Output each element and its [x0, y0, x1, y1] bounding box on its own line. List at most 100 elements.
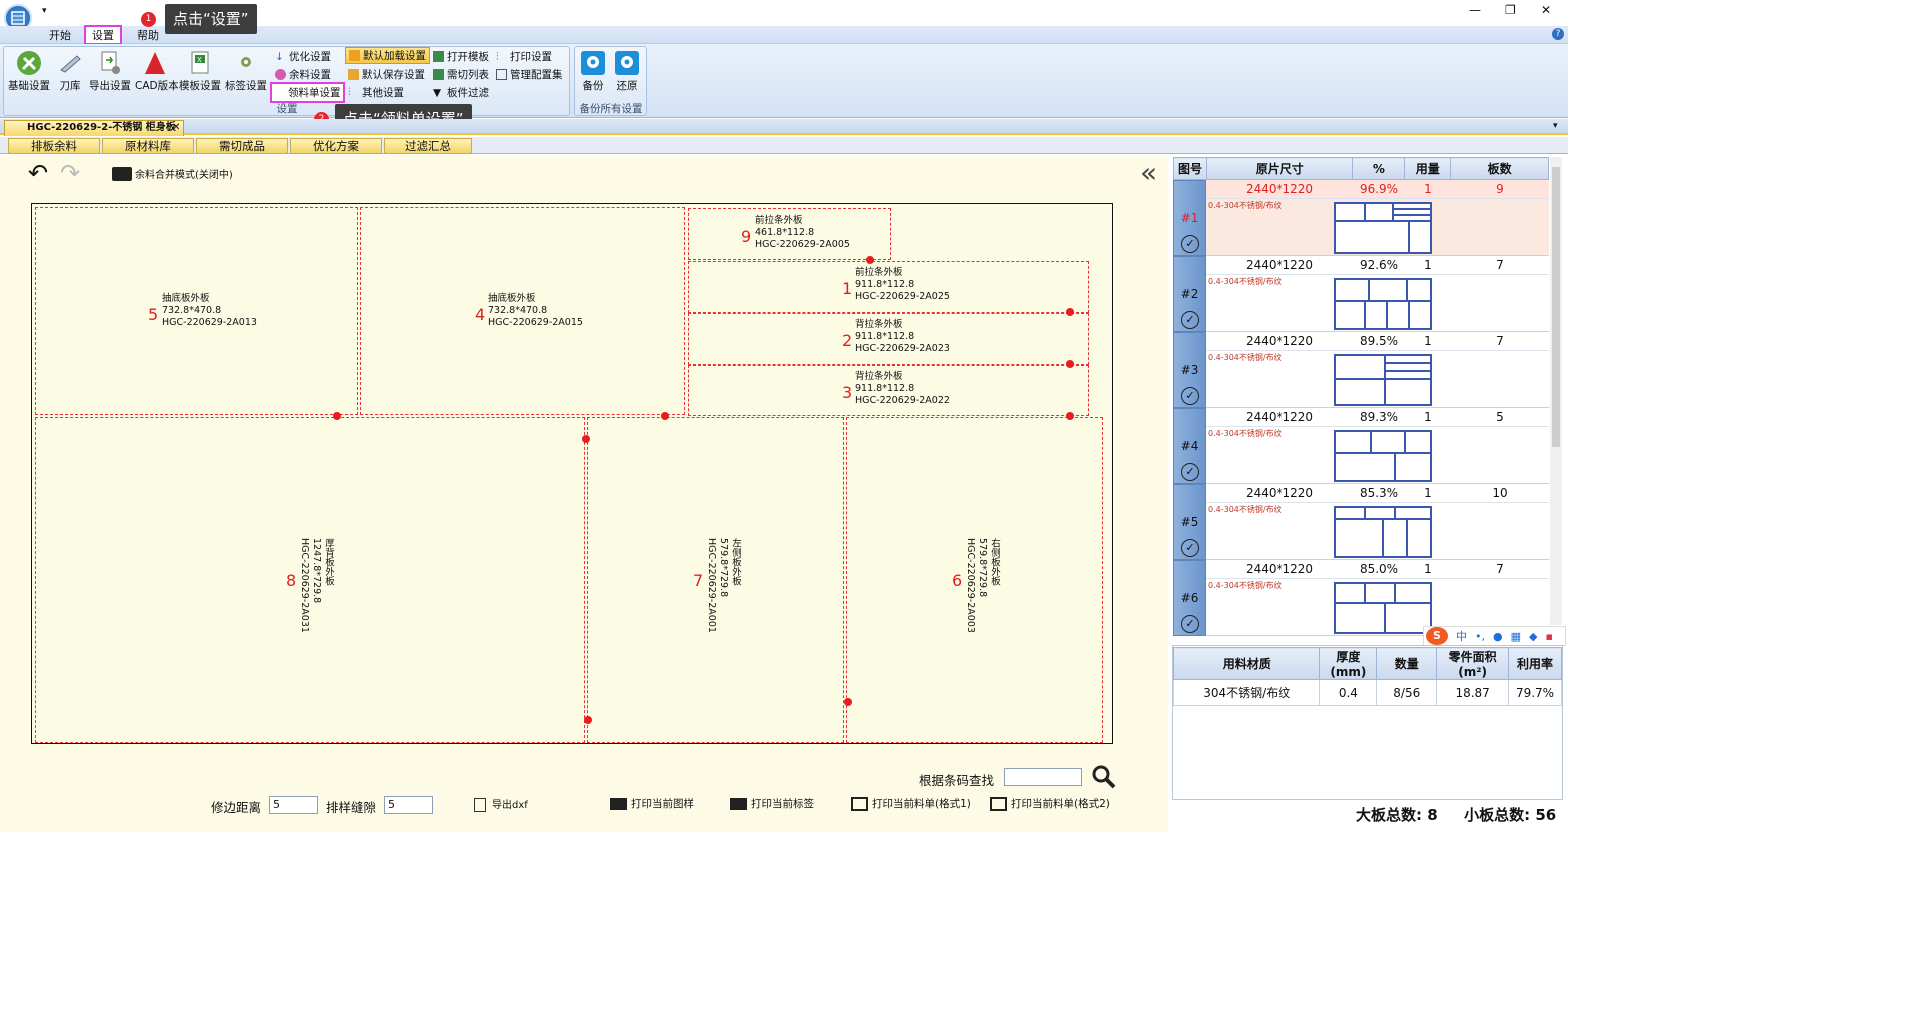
sheet-row-id[interactable]: #3 ✓	[1173, 332, 1206, 408]
open-template-button[interactable]: 打开模板	[433, 49, 489, 64]
tab-optimize-plan[interactable]: 优化方案	[290, 138, 382, 154]
col-header-id[interactable]: 图号	[1173, 157, 1207, 180]
sheet-row[interactable]: #2 ✓ 2440*1220 92.6% 1 7 0.4-304不锈钢/布纹	[1173, 256, 1549, 332]
tabbar-dropdown-icon[interactable]: ▾	[1553, 121, 1558, 131]
col-header-count[interactable]: 板数	[1450, 157, 1549, 180]
barcode-search-input[interactable]	[1004, 768, 1082, 786]
sogou-icon: S	[1426, 627, 1448, 645]
sheet-thumbnail[interactable]	[1334, 354, 1432, 406]
ime-toolbar[interactable]: S 中 •, ● ▦ ◆ ▪	[1423, 626, 1566, 646]
check-circle-icon[interactable]: ✓	[1181, 615, 1199, 633]
cad-version-button[interactable]: CAD版本	[135, 50, 179, 93]
sheet-row-id[interactable]: #6 ✓	[1173, 560, 1206, 636]
collapse-panel-icon[interactable]: «	[1140, 159, 1157, 187]
menu-settings[interactable]: 设置	[84, 25, 122, 45]
label-settings-button[interactable]: 标签设置	[224, 50, 268, 93]
scroll-thumb[interactable]	[1552, 167, 1560, 447]
undo-icon[interactable]: ↶	[28, 161, 48, 185]
export-settings-button[interactable]: 导出设置	[88, 50, 132, 93]
sheet-id: #4	[1180, 439, 1199, 453]
sheet-thumbnail[interactable]	[1334, 278, 1432, 330]
quick-access-arrow-icon[interactable]: ▾	[42, 6, 47, 16]
load-icon	[349, 50, 360, 61]
export-dxf-button[interactable]: 导出dxf	[474, 796, 528, 812]
template-settings-button[interactable]: X 模板设置	[178, 50, 222, 93]
sheet-count: 5	[1496, 410, 1504, 424]
sheet-list-scrollbar[interactable]	[1550, 157, 1562, 625]
check-circle-icon[interactable]: ✓	[1181, 387, 1199, 405]
backup-button[interactable]: 备份	[580, 50, 606, 93]
layout-gap-input[interactable]: 5	[384, 796, 433, 814]
minimize-button[interactable]: —	[1469, 3, 1481, 17]
requisition-settings-button[interactable]: 领料单设置	[270, 82, 345, 103]
check-circle-icon[interactable]: ✓	[1181, 539, 1199, 557]
sheet-row[interactable]: #5 ✓ 2440*1220 85.3% 1 10 0.4-304不锈钢/布纹	[1173, 484, 1549, 560]
optimize-settings-button[interactable]: ↓ 优化设置	[275, 49, 331, 64]
print-list-format2-button[interactable]: 打印当前料单(格式2)	[990, 796, 1110, 811]
default-load-settings-button[interactable]: 默认加载设置	[345, 47, 430, 64]
excel-icon	[990, 797, 1007, 811]
document-tab[interactable]: HGC-220629-2-不锈钢 柜身板 ✕	[4, 120, 184, 136]
ime-punct[interactable]: •,	[1475, 630, 1485, 643]
sheet-row-id[interactable]: #2 ✓	[1173, 256, 1206, 332]
tab-filter-summary[interactable]: 过滤汇总	[384, 138, 472, 154]
sheet-thumbnail[interactable]	[1334, 506, 1432, 558]
sheet-material: 0.4-304不锈钢/布纹	[1208, 581, 1282, 590]
check-circle-icon[interactable]: ✓	[1181, 311, 1199, 329]
layout-gap-label: 排样缝隙	[326, 800, 377, 815]
ime-mode[interactable]: 中	[1456, 628, 1467, 644]
print-label-button[interactable]: 打印当前标签	[730, 796, 814, 811]
thumbnail-part	[1407, 519, 1431, 557]
print-pattern-button[interactable]: 打印当前图样	[610, 796, 694, 811]
sheet-row-id[interactable]: #5 ✓	[1173, 484, 1206, 560]
part-number: 2	[842, 331, 853, 350]
menu-start[interactable]: 开始	[49, 27, 71, 43]
mic-icon[interactable]: ●	[1493, 630, 1503, 643]
cut-list-button[interactable]: 需切列表	[433, 67, 489, 82]
sheet-thumbnail[interactable]	[1334, 582, 1432, 634]
col-header-qty[interactable]: 用量	[1404, 157, 1452, 180]
thumbnail-part	[1365, 583, 1395, 603]
tab-required-parts[interactable]: 需切成品	[196, 138, 288, 154]
tab-raw-material[interactable]: 原材料库	[102, 138, 194, 154]
sheet-thumbnail[interactable]	[1334, 430, 1432, 482]
close-tab-icon[interactable]: ✕	[172, 121, 180, 135]
remnant-settings-button[interactable]: 余料设置	[275, 67, 331, 82]
check-circle-icon[interactable]: ✓	[1181, 463, 1199, 481]
sheet-pct: 85.3%	[1359, 486, 1399, 500]
redo-icon[interactable]: ↷	[60, 161, 80, 185]
part-label: 背拉条外板 911.8*112.8 HGC-220629-2A022	[855, 371, 950, 406]
keyboard-icon[interactable]: ▦	[1511, 630, 1521, 643]
merge-mode-toggle[interactable]: 余料合并模式(关闭中)	[112, 166, 233, 181]
search-icon[interactable]	[1091, 764, 1117, 790]
close-button[interactable]: ✕	[1541, 3, 1551, 17]
print-settings-button[interactable]: ⫶ 打印设置	[496, 49, 552, 64]
tool-library-button[interactable]: 刀库	[56, 50, 84, 93]
default-save-settings-button[interactable]: 默认保存设置	[348, 67, 425, 82]
tab-layout-remnant[interactable]: 排板余料	[8, 138, 100, 154]
filter-icon: ▼	[433, 87, 442, 99]
menu-help[interactable]: 帮助	[137, 27, 159, 43]
big-total-label: 大板总数:	[1356, 806, 1422, 824]
restore-button[interactable]: ❐	[1505, 3, 1516, 17]
apps-icon[interactable]: ▪	[1545, 630, 1552, 643]
sheet-thumbnail[interactable]	[1334, 202, 1432, 254]
trim-distance-input[interactable]: 5	[269, 796, 318, 814]
col-header-size[interactable]: 原片尺寸	[1205, 157, 1354, 180]
skin-icon[interactable]: ◆	[1529, 630, 1537, 643]
other-settings-button[interactable]: ⫶ 其他设置	[348, 85, 404, 100]
print-list-format1-button[interactable]: 打印当前料单(格式1)	[851, 796, 971, 811]
sheet-row-id[interactable]: #1 ✓	[1173, 180, 1206, 256]
col-header-pct[interactable]: %	[1352, 157, 1406, 180]
sheet-row[interactable]: #6 ✓ 2440*1220 85.0% 1 7 0.4-304不锈钢/布纹	[1173, 560, 1549, 636]
basic-settings-button[interactable]: 基础设置	[7, 50, 51, 93]
help-icon[interactable]: ?	[1552, 28, 1564, 40]
config-manage-button[interactable]: 管理配置集	[496, 67, 563, 82]
sheet-row[interactable]: #3 ✓ 2440*1220 89.5% 1 7 0.4-304不锈钢/布纹	[1173, 332, 1549, 408]
sheet-row[interactable]: #4 ✓ 2440*1220 89.3% 1 5 0.4-304不锈钢/布纹	[1173, 408, 1549, 484]
sheet-row[interactable]: #1 ✓ 2440*1220 96.9% 1 9 0.4-304不锈钢/布纹	[1173, 180, 1549, 256]
restore-button[interactable]: 还原	[614, 50, 640, 93]
check-circle-icon[interactable]: ✓	[1181, 235, 1199, 253]
part-filter-button[interactable]: ▼ 板件过滤	[433, 85, 489, 100]
sheet-row-id[interactable]: #4 ✓	[1173, 408, 1206, 484]
